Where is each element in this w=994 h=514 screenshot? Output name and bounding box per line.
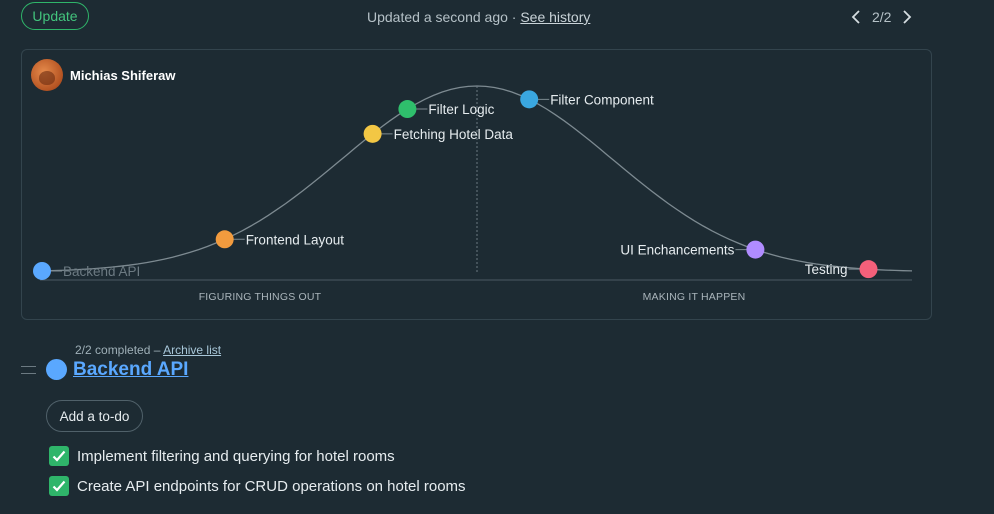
see-history-link[interactable]: See history xyxy=(520,9,590,25)
updated-text: Updated a second ago · xyxy=(367,9,521,25)
hill-point-dot[interactable] xyxy=(746,240,765,259)
list-title[interactable]: Backend API xyxy=(73,359,188,381)
hill-point-label: Testing xyxy=(805,262,848,277)
hill-point-dot[interactable] xyxy=(215,230,234,249)
phase-left-label: FIGURING THINGS OUT xyxy=(199,291,322,303)
todo-text[interactable]: Implement filtering and querying for hot… xyxy=(77,448,395,465)
hill-point-dot[interactable] xyxy=(398,100,417,119)
hill-point-dot[interactable] xyxy=(33,261,51,280)
pager-count: 2/2 xyxy=(872,9,892,25)
todo-text[interactable]: Create API endpoints for CRUD operations… xyxy=(77,478,466,495)
hill-point-dot[interactable] xyxy=(363,124,382,143)
top-bar: Update Updated a second ago · See histor… xyxy=(0,0,994,36)
chevron-left-icon[interactable] xyxy=(846,8,866,26)
hill-point-label: Fetching Hotel Data xyxy=(394,127,514,142)
chevron-right-icon[interactable] xyxy=(897,8,917,26)
hill-point-label: Filter Component xyxy=(550,92,654,107)
hill-point-label: Frontend Layout xyxy=(246,232,345,247)
pager: 2/2 xyxy=(846,8,917,26)
hill-point-label: Filter Logic xyxy=(428,102,494,117)
update-button[interactable]: Update xyxy=(21,2,89,30)
archive-list-link[interactable]: Archive list xyxy=(163,343,221,357)
hill-chart-card: Michias Shiferaw FIGURING THINGS OUT MAK… xyxy=(21,49,932,320)
hill-point-label: UI Enchancements xyxy=(620,243,734,258)
checkbox-checked-icon[interactable] xyxy=(49,476,69,496)
hill-point-dot[interactable] xyxy=(520,90,539,109)
list-color-dot[interactable] xyxy=(46,359,67,380)
phase-right-label: MAKING IT HAPPEN xyxy=(643,291,746,303)
updated-status: Updated a second ago · See history xyxy=(367,9,590,25)
todo-item: Create API endpoints for CRUD operations… xyxy=(49,476,466,496)
todo-item: Implement filtering and querying for hot… xyxy=(49,446,395,466)
hill-chart: FIGURING THINGS OUT MAKING IT HAPPEN Bac… xyxy=(33,85,913,303)
completed-count: 2/2 completed – xyxy=(75,343,164,357)
drag-handle-icon[interactable] xyxy=(21,366,36,374)
hill-point-dot[interactable] xyxy=(859,260,878,279)
list-meta: 2/2 completed – Archive list xyxy=(75,343,221,357)
checkbox-checked-icon[interactable] xyxy=(49,446,69,466)
add-todo-button[interactable]: Add a to-do xyxy=(46,400,143,432)
hill-point-label: Backend API xyxy=(63,264,140,279)
